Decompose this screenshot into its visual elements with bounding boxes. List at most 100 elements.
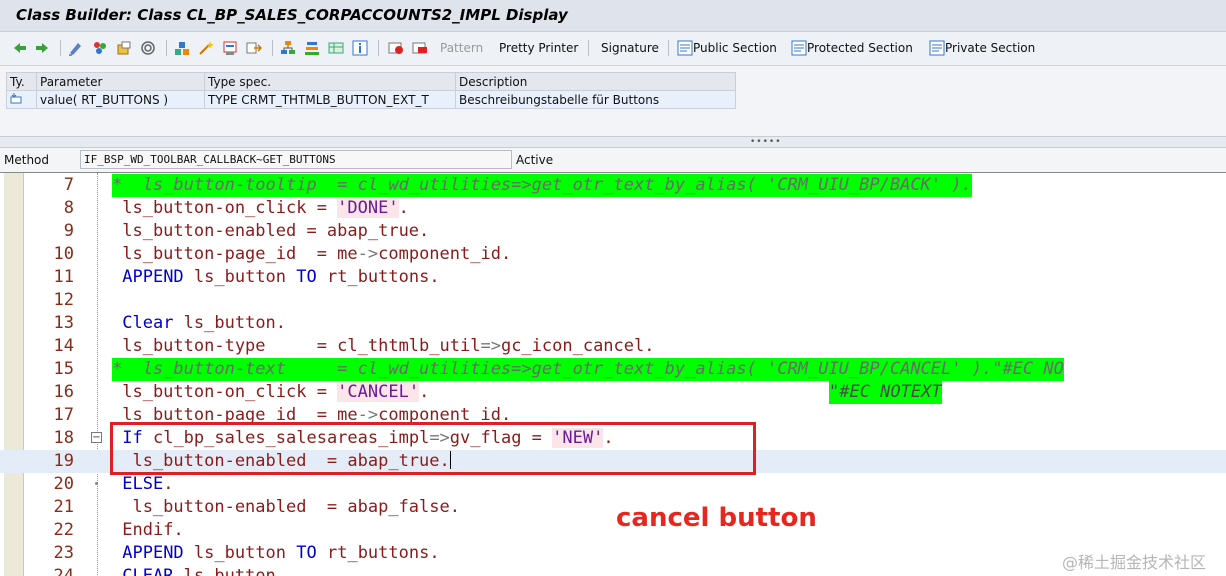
code-text[interactable]: CLEAR ls_button.	[112, 565, 286, 576]
line-number: 16	[53, 382, 74, 402]
line-number: 8	[63, 198, 74, 218]
code-line[interactable]: 23 APPEND ls_button TO rt_buttons.	[0, 542, 1226, 565]
section-icon	[677, 40, 693, 56]
method-label: Method	[4, 153, 50, 167]
info-icon[interactable]	[352, 38, 368, 58]
line-number: 18	[53, 428, 74, 448]
code-line[interactable]: 20 ELSE.	[0, 473, 1226, 496]
line-number: 20	[53, 474, 74, 494]
code-text[interactable]: Endif.	[112, 519, 183, 542]
back-arrow-icon[interactable]	[12, 38, 28, 58]
comment-text[interactable]: * ls_button-tooltip = cl_wd_utilities=>g…	[112, 174, 972, 197]
check-object-icon[interactable]	[116, 38, 132, 58]
code-text[interactable]: ls_button-enabled = abap_false.	[112, 496, 460, 519]
code-line[interactable]: 15 * ls_button-text = cl_wd_utilities=>g…	[0, 358, 1226, 381]
navigate-icon[interactable]	[246, 38, 262, 58]
string-literal: 'DONE'	[337, 198, 399, 218]
col-header-parameter[interactable]: Parameter	[36, 72, 205, 91]
inline-comment[interactable]: "#EC NOTEXT	[829, 381, 942, 404]
col-header-type[interactable]: Ty.	[6, 72, 37, 91]
code-line[interactable]: 10 ls_button-page_id = me->component_id.	[0, 243, 1226, 266]
code-line[interactable]: 9 ls_button-enabled = abap_true.	[0, 220, 1226, 243]
splitter[interactable]: •••••	[0, 136, 1226, 148]
method-bar: Method IF_BSP_WD_TOOLBAR_CALLBACK~GET_BU…	[0, 148, 1226, 172]
table-layout-icon[interactable]	[328, 38, 344, 58]
magic-wand-icon[interactable]	[198, 38, 214, 58]
code-text[interactable]: APPEND ls_button TO rt_buttons.	[112, 542, 439, 565]
collapse-block-icon[interactable]: −	[91, 432, 102, 443]
line-number: 24	[53, 566, 74, 576]
line-number: 14	[53, 336, 74, 356]
parameter-type-spec[interactable]: TYPE CRMT_THTMLB_BUTTON_EXT_T	[204, 90, 456, 109]
watermark: @稀土掘金技术社区	[1062, 553, 1207, 572]
pattern-button[interactable]: Pattern	[440, 38, 483, 58]
breakpoint-icon[interactable]	[388, 38, 404, 58]
table-row[interactable]: value( RT_BUTTONS ) TYPE CRMT_THTMLB_BUT…	[6, 90, 736, 109]
parameter-type-icon	[6, 90, 37, 109]
public-section-label: Public Section	[693, 41, 777, 55]
code-text[interactable]: ls_button-enabled = abap_true.	[112, 220, 429, 243]
col-header-description[interactable]: Description	[455, 72, 736, 91]
code-text[interactable]: ELSE.	[112, 473, 173, 496]
annotation-label: cancel button	[616, 503, 817, 533]
code-text[interactable]: ls_button-on_click = 'CANCEL'.	[112, 381, 429, 404]
line-number: 12	[53, 290, 74, 310]
method-name-field[interactable]: IF_BSP_WD_TOOLBAR_CALLBACK~GET_BUTTONS	[80, 150, 512, 169]
code-line[interactable]: 16 ls_button-on_click = 'CANCEL'. "#EC N…	[0, 381, 1226, 404]
code-line[interactable]: 13 Clear ls_button.	[0, 312, 1226, 335]
fold-marker-icon	[95, 482, 98, 485]
parameter-description[interactable]: Beschreibungstabelle für Buttons	[455, 90, 736, 109]
code-line[interactable]: 14 ls_button-type = cl_thtmlb_util=>gc_i…	[0, 335, 1226, 358]
where-used-icon[interactable]	[140, 38, 156, 58]
code-text[interactable]: ls_button-type = cl_thtmlb_util=>gc_icon…	[112, 335, 654, 358]
object-list-icon[interactable]	[174, 38, 190, 58]
code-line[interactable]: 22 Endif.	[0, 519, 1226, 542]
line-number: 19	[53, 451, 74, 471]
display-change-icon[interactable]	[68, 38, 84, 58]
protected-section-label: Protected Section	[807, 41, 913, 55]
code-text[interactable]: Clear ls_button.	[112, 312, 286, 335]
line-number: 9	[63, 221, 74, 241]
application-toolbar: Pattern Pretty Printer Signature Public …	[0, 32, 1226, 66]
line-number: 10	[53, 244, 74, 264]
forward-arrow-icon[interactable]	[34, 38, 50, 58]
line-number: 22	[53, 520, 74, 540]
pretty-printer-button[interactable]: Pretty Printer	[499, 38, 578, 58]
signature-button[interactable]: Signature	[601, 38, 659, 58]
stop-session-icon[interactable]	[412, 38, 428, 58]
title-bar: Class Builder: Class CL_BP_SALES_CORPACC…	[0, 0, 1226, 32]
activate-icon[interactable]	[92, 38, 108, 58]
line-number: 15	[53, 359, 74, 379]
comment-text[interactable]: * ls_button-text = cl_wd_utilities=>get_…	[112, 358, 1064, 381]
line-number: 7	[63, 175, 74, 195]
code-text[interactable]: ls_button-page_id = me->component_id.	[112, 243, 511, 266]
string-literal: 'CANCEL'	[337, 382, 420, 402]
display-object-icon[interactable]	[222, 38, 238, 58]
line-number: 23	[53, 543, 74, 563]
line-number: 21	[53, 497, 74, 517]
code-line[interactable]: 21 ls_button-enabled = abap_false.	[0, 496, 1226, 519]
code-text[interactable]: APPEND ls_button TO rt_buttons.	[112, 266, 439, 289]
private-section-button[interactable]: Private Section	[929, 38, 1035, 58]
code-line[interactable]: 7 * ls_button-tooltip = cl_wd_utilities=…	[0, 174, 1226, 197]
parameter-table: Ty. Parameter Type spec. Description val…	[6, 72, 736, 109]
code-line[interactable]: 11 APPEND ls_button TO rt_buttons.	[0, 266, 1226, 289]
private-section-label: Private Section	[945, 41, 1036, 55]
public-section-button[interactable]: Public Section	[677, 38, 777, 58]
section-icon	[929, 40, 945, 56]
stack-icon[interactable]	[304, 38, 320, 58]
parameter-panel: Ty. Parameter Type spec. Description val…	[0, 66, 1226, 136]
code-line[interactable]: 12	[0, 289, 1226, 312]
code-line[interactable]: 24 CLEAR ls_button.	[0, 565, 1226, 576]
splitter-grip-icon[interactable]: •••••	[750, 137, 782, 147]
highlight-box	[110, 422, 756, 475]
line-number: 17	[53, 405, 74, 425]
code-line[interactable]: 8 ls_button-on_click = 'DONE'.	[0, 197, 1226, 220]
code-editor[interactable]: 7 * ls_button-tooltip = cl_wd_utilities=…	[0, 172, 1226, 576]
code-text[interactable]: ls_button-on_click = 'DONE'.	[112, 197, 409, 220]
hierarchy-icon[interactable]	[280, 38, 296, 58]
line-number: 13	[53, 313, 74, 333]
protected-section-button[interactable]: Protected Section	[791, 38, 913, 58]
col-header-type-spec[interactable]: Type spec.	[204, 72, 456, 91]
parameter-name[interactable]: value( RT_BUTTONS )	[36, 90, 205, 109]
